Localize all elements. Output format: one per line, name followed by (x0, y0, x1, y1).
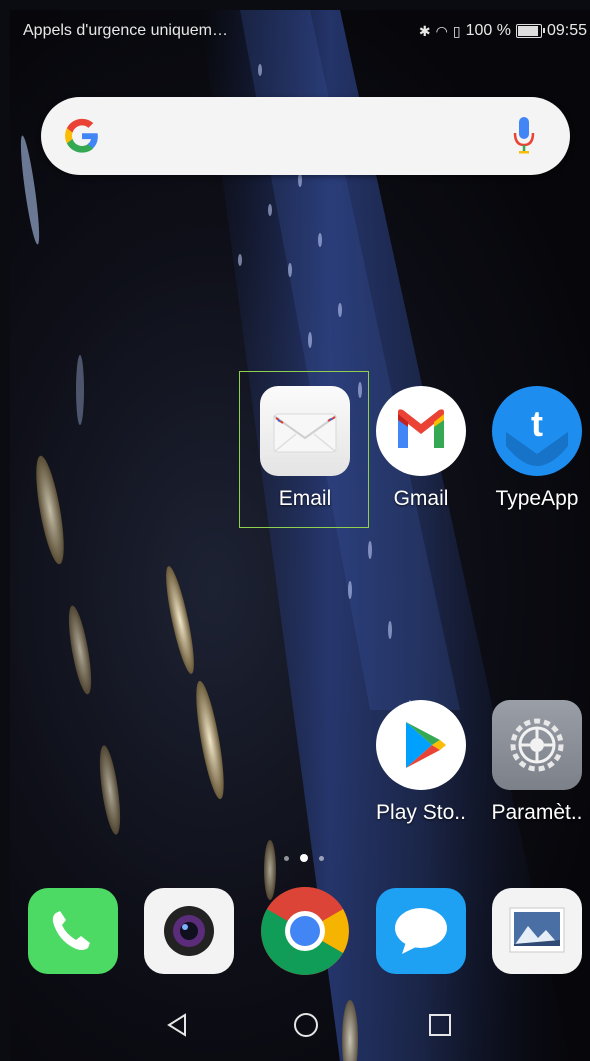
page-dot (319, 855, 324, 861)
recents-square-icon[interactable] (425, 1010, 455, 1040)
typeapp-icon: t (492, 386, 582, 476)
email-envelope-icon (260, 386, 350, 476)
status-icons: ✱ ◠ ▯ 100 % 09:55 (419, 22, 587, 40)
messages-icon[interactable] (376, 888, 466, 974)
status-bar: Appels d'urgence uniquem… ✱ ◠ ▯ 100 % 09… (10, 10, 590, 54)
google-g-icon (65, 118, 98, 153)
bluetooth-icon: ✱ (418, 22, 431, 39)
battery-percent: 100 % (465, 22, 511, 39)
gmail-icon (376, 386, 466, 476)
app-play-store[interactable]: Play Sto.. (366, 700, 476, 825)
back-triangle-icon[interactable] (163, 1010, 193, 1040)
wifi-icon: ◠ (435, 22, 448, 39)
sim-alert-icon: ▯ (452, 22, 461, 39)
app-label: Email (278, 487, 332, 510)
app-label: Paramèt.. (491, 801, 583, 824)
app-label: Play Sto.. (376, 801, 466, 824)
app-gmail[interactable]: Gmail (366, 386, 476, 511)
play-store-icon (376, 700, 466, 790)
app-email[interactable]: Email (250, 386, 360, 511)
app-label: Gmail (393, 487, 449, 510)
google-search-bar[interactable] (41, 97, 570, 175)
app-typeapp[interactable]: t TypeApp (482, 386, 590, 511)
page-dot-active (300, 854, 308, 862)
camera-icon[interactable] (144, 888, 234, 974)
battery-icon (515, 24, 545, 38)
app-settings[interactable]: Paramèt.. (482, 700, 590, 825)
phone-icon[interactable] (28, 888, 118, 974)
navigation-bar (10, 990, 590, 1061)
page-indicator (284, 854, 324, 862)
svg-text:t: t (531, 403, 543, 444)
app-label: TypeApp (495, 487, 579, 510)
carrier-text: Appels d'urgence uniquem… (23, 22, 228, 39)
page-dot (284, 855, 289, 861)
settings-gear-icon (492, 700, 582, 790)
gallery-icon[interactable] (492, 888, 582, 974)
clock: 09:55 (546, 22, 587, 39)
home-circle-icon[interactable] (291, 1010, 321, 1040)
mic-icon[interactable] (511, 115, 537, 157)
chrome-icon[interactable] (260, 886, 350, 976)
